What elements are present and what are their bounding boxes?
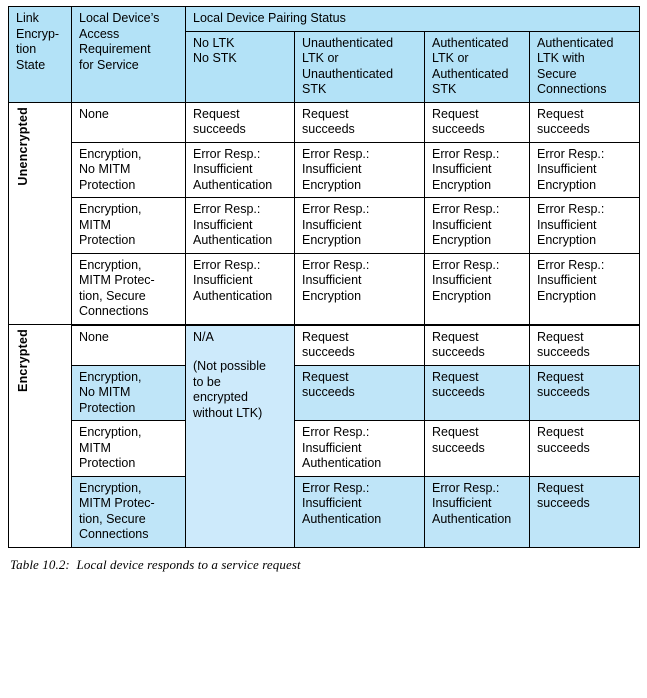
not-applicable-note: (Not possible to be encrypted without LT… bbox=[193, 359, 266, 420]
response-cell: Error Resp.: Insufficient Encryption bbox=[424, 252, 530, 326]
column-header-sc: Authenticated LTK with Secure Connection… bbox=[528, 30, 641, 103]
response-cell: Error Resp.: Insufficient Authentication bbox=[294, 475, 425, 548]
table-row: Unencrypted None Request succeeds Request s… bbox=[8, 101, 641, 325]
table-row: Encryption, MITM Protec- tion, Secure Co… bbox=[9, 252, 641, 326]
response-cell: Request succeeds bbox=[424, 101, 530, 143]
response-cell: Error Resp.: Insufficient Encryption bbox=[294, 197, 425, 254]
access-requirement-cell: None bbox=[71, 324, 186, 366]
response-cell: Error Resp.: Insufficient Authentication bbox=[185, 252, 295, 326]
pairing-status-table: Link Encryp- tion State Local Device’s Ac… bbox=[8, 6, 641, 548]
table-figure: Link Encryp- tion State Local Device’s Ac… bbox=[0, 0, 647, 698]
response-cell: Request succeeds bbox=[528, 475, 641, 548]
link-encryption-state-label: Encrypted bbox=[8, 324, 72, 548]
response-cell: Request succeeds bbox=[185, 101, 295, 143]
response-cell: Error Resp.: Insufficient Encryption bbox=[528, 141, 641, 198]
response-cell: Error Resp.: Insufficient Encryption bbox=[528, 197, 641, 254]
response-cell: Request succeeds bbox=[294, 324, 425, 366]
response-cell: Error Resp.: Insufficient Encryption bbox=[294, 141, 425, 198]
response-cell: Error Resp.: Insufficient Authentication bbox=[424, 475, 530, 548]
table-row: Encryption, MITM Protection Error Resp.: … bbox=[9, 420, 641, 477]
not-applicable-label: N/A bbox=[193, 329, 214, 344]
access-requirement-cell: Encryption, No MITM Protection bbox=[71, 141, 186, 198]
response-cell: Request succeeds bbox=[294, 364, 425, 421]
table-row: Encryption, No MITM Protection Error Resp… bbox=[9, 141, 641, 198]
access-requirement-cell: Encryption, MITM Protection bbox=[71, 197, 186, 254]
column-header-access: Local Device’s Access Requirement for Se… bbox=[71, 6, 186, 103]
column-header-unauth: Unauthenticated LTK or Unauthenticated S… bbox=[294, 30, 425, 103]
response-cell: Request succeeds bbox=[294, 101, 425, 143]
response-cell: Request succeeds bbox=[424, 324, 530, 366]
response-cell: Error Resp.: Insufficient Encryption bbox=[424, 141, 530, 198]
access-requirement-cell: Encryption, MITM Protec- tion, Secure Co… bbox=[71, 252, 186, 326]
table-caption: Table 10.2: Local device responds to a s… bbox=[10, 556, 301, 572]
response-cell: Request succeeds bbox=[528, 101, 641, 143]
response-cell: Request succeeds bbox=[528, 420, 641, 477]
table-row: Encryption, MITM Protec- tion, Secure Co… bbox=[9, 475, 641, 548]
response-cell: Error Resp.: Insufficient Authentication bbox=[185, 141, 295, 198]
column-header-no_ltk: No LTK No STK bbox=[185, 30, 295, 103]
table-row: Encryption, MITM Protection Error Resp.: … bbox=[9, 197, 641, 254]
access-requirement-cell: Encryption, No MITM Protection bbox=[71, 364, 186, 421]
response-cell: Error Resp.: Insufficient Authentication bbox=[185, 197, 295, 254]
access-requirement-cell: Encryption, MITM Protec- tion, Secure Co… bbox=[71, 475, 186, 548]
link-encryption-state-label: Unencrypted bbox=[8, 101, 72, 325]
rotated-state-text: Encrypted bbox=[16, 329, 30, 392]
access-requirement-cell: None bbox=[71, 101, 186, 143]
response-cell: Request succeeds bbox=[424, 420, 530, 477]
response-cell: Request succeeds bbox=[424, 364, 530, 421]
access-requirement-cell: Encryption, MITM Protection bbox=[71, 420, 186, 477]
column-header-state: Link Encryp- tion State bbox=[8, 6, 72, 103]
response-cell: Error Resp.: Insufficient Authentication bbox=[294, 420, 425, 477]
response-cell: Error Resp.: Insufficient Encryption bbox=[294, 252, 425, 326]
table-row: Encryption, No MITM Protection Request su… bbox=[9, 364, 641, 421]
rotated-state-text: Unencrypted bbox=[16, 106, 30, 186]
response-cell: Request succeeds bbox=[528, 364, 641, 421]
table-row: Encrypted None N/A (Not possible to be encr… bbox=[8, 324, 641, 548]
response-cell: Error Resp.: Insufficient Encryption bbox=[528, 252, 641, 326]
response-cell: Request succeeds bbox=[528, 324, 641, 366]
response-cell: Error Resp.: Insufficient Encryption bbox=[424, 197, 530, 254]
column-header-auth: Authenticated LTK or Authenticated STK bbox=[424, 30, 530, 103]
table-header-row-primary: Link Encryp- tion State Local Device’s Ac… bbox=[8, 6, 641, 103]
column-group-header-pairing-status: Local Device Pairing Status bbox=[184, 6, 641, 32]
not-applicable-cell: N/A (Not possible to be encrypted without… bbox=[185, 324, 295, 548]
